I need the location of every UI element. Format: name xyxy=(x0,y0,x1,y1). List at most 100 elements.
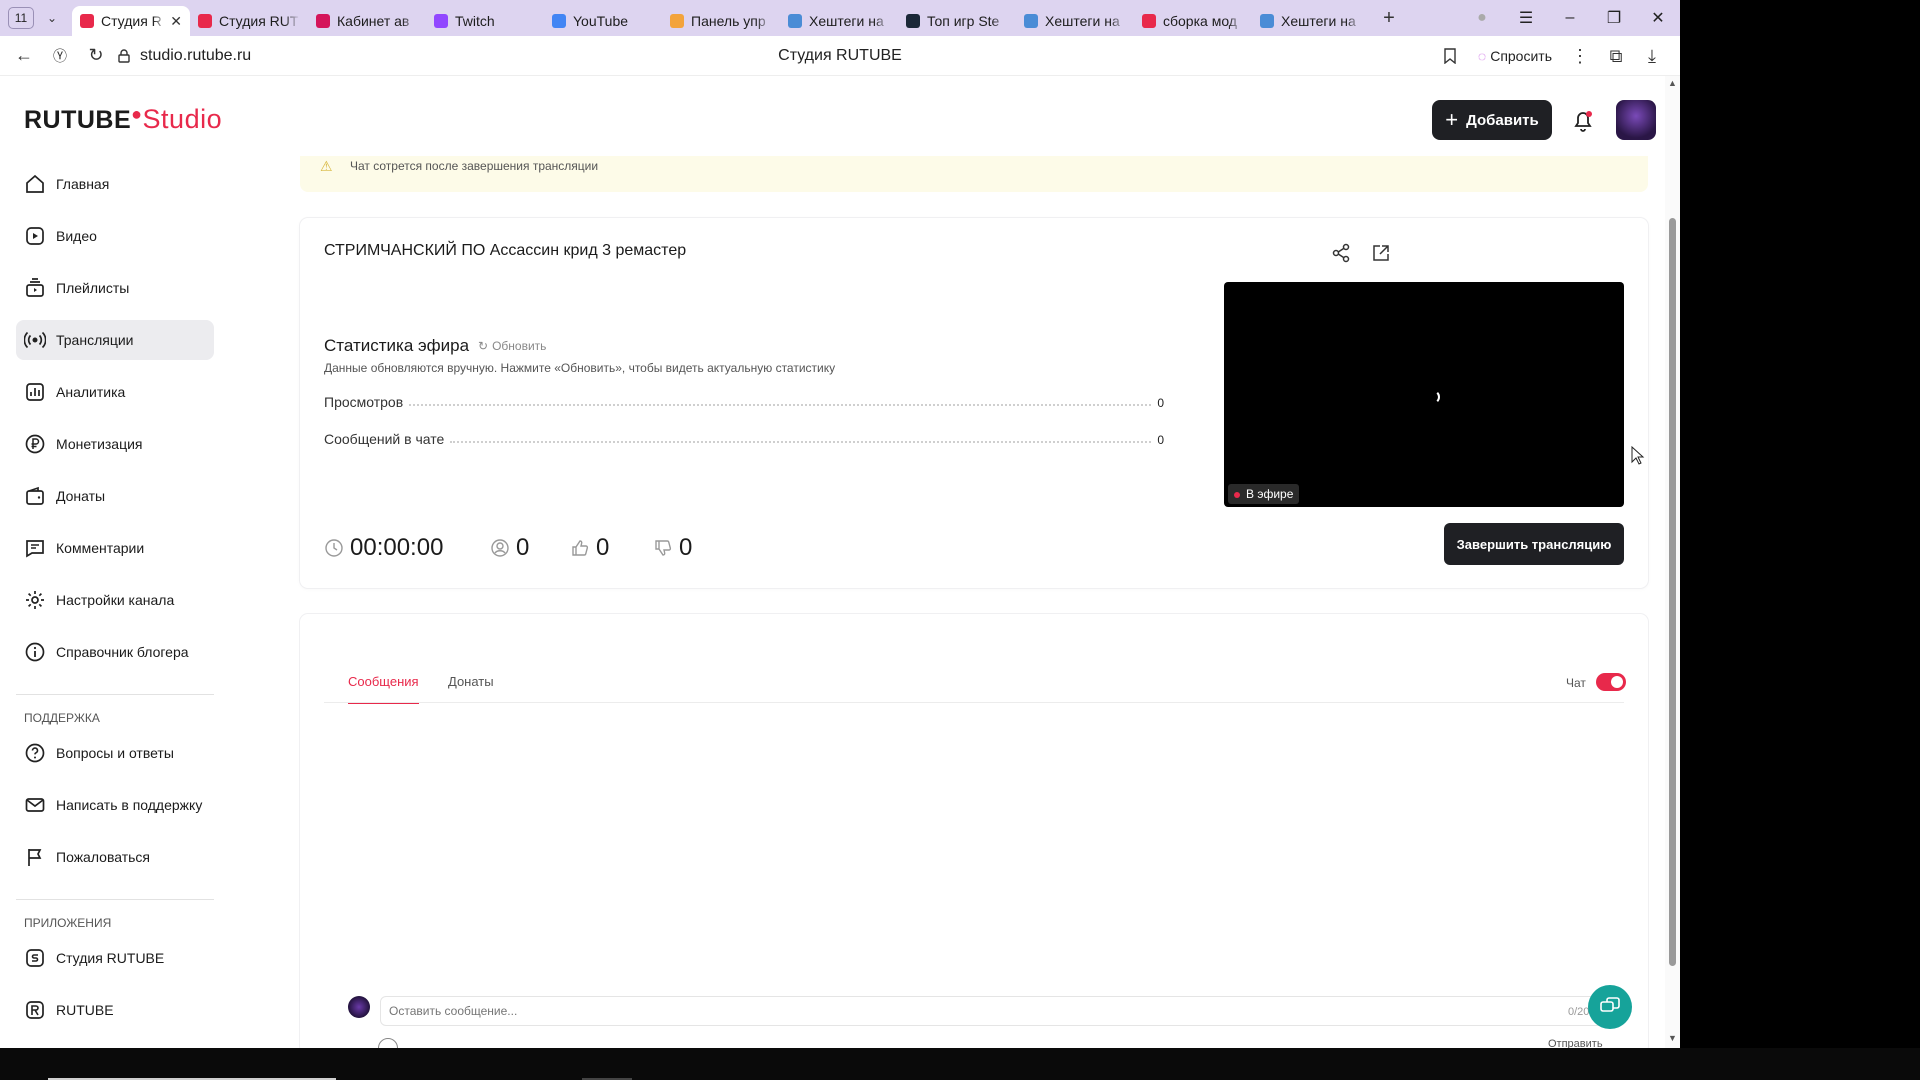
mail-icon xyxy=(24,794,46,816)
menu-icon[interactable]: ☰ xyxy=(1504,8,1548,28)
bell-icon[interactable] xyxy=(1568,106,1598,136)
ask-button[interactable]: ◌ Спросить xyxy=(1468,48,1562,64)
browser-tab[interactable]: Хештеги на xyxy=(780,6,898,36)
back-icon[interactable]: ← xyxy=(6,38,42,74)
yandex-icon[interactable]: Ⓨ xyxy=(42,38,78,74)
sidebar-item-gear[interactable]: Настройки канала xyxy=(16,580,214,620)
sidebar-item-wallet[interactable]: Донаты xyxy=(16,476,214,516)
share-icon[interactable] xyxy=(1330,242,1352,264)
browser-tab[interactable]: Студия RUT xyxy=(190,6,308,36)
support-chat-button[interactable] xyxy=(1588,985,1632,1029)
dislikes-value: 0 xyxy=(679,534,693,561)
address-bar: ← Ⓨ ↻ studio.rutube.ru Студия RUTUBE ◌ С… xyxy=(0,36,1680,76)
external-link-icon[interactable] xyxy=(1370,242,1392,264)
browser-tab[interactable]: YouTube xyxy=(544,6,662,36)
browser-tab[interactable]: сборка мод xyxy=(1134,6,1252,36)
video-player[interactable]: В эфире xyxy=(1224,282,1624,507)
sidebar-item-question[interactable]: Вопросы и ответы xyxy=(16,733,214,773)
flag-icon xyxy=(24,846,46,868)
chevron-down-icon[interactable]: ⌄ xyxy=(40,6,64,30)
tab-count-badge[interactable]: 11 xyxy=(8,7,34,29)
sidebar-item-rutube-app[interactable]: RUTUBE xyxy=(16,990,214,1030)
minimize-icon[interactable]: – xyxy=(1548,9,1592,27)
collections-icon[interactable]: ⧉ xyxy=(1598,38,1634,74)
sidebar-item-label: Трансляции xyxy=(56,332,134,348)
browser-tab[interactable]: Хештеги на xyxy=(1016,6,1134,36)
close-window-icon[interactable]: ✕ xyxy=(1636,8,1680,28)
avatar[interactable] xyxy=(1616,100,1656,140)
stream-title: СТРИМЧАНСКИЙ ПО Ассассин крид 3 ремастер xyxy=(324,242,687,259)
mouse-cursor-icon xyxy=(1631,446,1645,465)
scroll-down-icon[interactable]: ▼ xyxy=(1668,1033,1677,1043)
rutube-studio-logo[interactable]: RUTUBE●Studio xyxy=(24,104,222,135)
analytics-icon xyxy=(24,381,46,403)
chat-toggle[interactable] xyxy=(1596,673,1626,691)
bookmark-icon[interactable] xyxy=(1432,38,1468,74)
scroll-up-icon[interactable]: ▲ xyxy=(1668,78,1677,88)
new-tab-button[interactable]: + xyxy=(1376,5,1402,31)
sidebar-item-broadcast[interactable]: Трансляции xyxy=(16,320,214,360)
favicon-icon xyxy=(788,14,802,28)
browser-tab[interactable]: Панель упр xyxy=(662,6,780,36)
stat-label: Просмотров xyxy=(324,394,404,410)
tab-donations[interactable]: Донаты xyxy=(448,674,494,704)
restore-icon[interactable]: ❐ xyxy=(1592,8,1636,28)
message-input[interactable] xyxy=(380,996,1610,1026)
favicon-icon xyxy=(434,14,448,28)
more-icon[interactable]: ⋮ xyxy=(1562,38,1598,74)
dotted-leader xyxy=(450,441,1152,443)
sidebar-item-label: Написать в поддержку xyxy=(56,797,203,813)
browser-tab[interactable]: Хештеги на xyxy=(1252,6,1370,36)
tab-messages[interactable]: Сообщения xyxy=(348,674,419,704)
browser-tab[interactable]: Кабинет ав xyxy=(308,6,426,36)
refresh-button[interactable]: ↻ Обновить xyxy=(478,339,546,353)
tab-title: Кабинет ав xyxy=(337,13,410,29)
sidebar-divider xyxy=(16,899,214,900)
sidebar-item-mail[interactable]: Написать в поддержку xyxy=(16,785,214,825)
loading-spinner-icon xyxy=(1426,390,1440,404)
download-icon[interactable]: ⤓ xyxy=(1634,38,1670,74)
favicon-icon xyxy=(552,14,566,28)
video-icon xyxy=(24,225,46,247)
browser-tab[interactable]: Twitch xyxy=(426,6,544,36)
tab-title: сборка мод xyxy=(1163,13,1237,29)
send-button[interactable]: Отправить xyxy=(1548,1038,1603,1048)
end-stream-button[interactable]: Завершить трансляцию xyxy=(1444,523,1624,565)
favicon-icon xyxy=(198,14,212,28)
browser-tab[interactable]: Топ игр Ste xyxy=(898,6,1016,36)
sidebar-item-label: Вопросы и ответы xyxy=(56,745,174,761)
sidebar-item-analytics[interactable]: Аналитика xyxy=(16,372,214,412)
sidebar-item-ruble[interactable]: Монетизация xyxy=(16,424,214,464)
refresh-label: Обновить xyxy=(492,339,547,353)
refresh-icon: ↻ xyxy=(478,339,489,353)
sidebar-item-playlist[interactable]: Плейлисты xyxy=(16,268,214,308)
favicon-icon xyxy=(670,14,684,28)
sidebar-item-info[interactable]: Справочник блогера xyxy=(16,632,214,672)
url-field[interactable]: studio.rutube.ru xyxy=(140,47,251,65)
sidebar-item-label: Справочник блогера xyxy=(56,644,189,660)
viewers-meter: 0 xyxy=(490,534,529,562)
emoji-icon[interactable] xyxy=(378,1038,398,1048)
profile-icon[interactable]: ● xyxy=(1460,9,1504,27)
browser-tab[interactable]: Студия R ✕ xyxy=(72,6,190,36)
favicon-icon xyxy=(316,14,330,28)
scrollbar-thumb[interactable] xyxy=(1669,218,1676,966)
reload-icon[interactable]: ↻ xyxy=(78,38,114,74)
favicon-icon xyxy=(906,14,920,28)
add-button[interactable]: + Добавить xyxy=(1432,100,1552,140)
sidebar-item-comment[interactable]: Комментарии xyxy=(16,528,214,568)
sidebar-item-flag[interactable]: Пожаловаться xyxy=(16,837,214,877)
warning-icon: ⚠ xyxy=(320,158,333,174)
sidebar-item-home[interactable]: Главная xyxy=(16,164,214,204)
page-title: Студия RUTUBE xyxy=(778,46,902,64)
playlist-icon xyxy=(24,277,46,299)
banner-text: Чат сотрется после завершения трансляции xyxy=(350,159,599,173)
sidebar-item-video[interactable]: Видео xyxy=(16,216,214,256)
favicon-icon xyxy=(1142,14,1156,28)
stat-row-views: Просмотров 0 xyxy=(324,390,1164,410)
sidebar-item-studio-app[interactable]: Студия RUTUBE xyxy=(16,938,214,978)
close-tab-icon[interactable]: ✕ xyxy=(170,13,182,30)
sidebar-item-label: Видео xyxy=(56,228,97,244)
thumbs-up-icon xyxy=(572,540,589,556)
sidebar-divider xyxy=(16,694,214,695)
